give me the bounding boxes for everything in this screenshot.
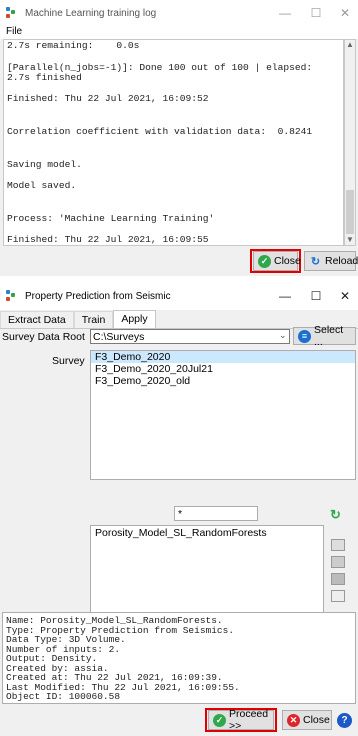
prediction-window-title: Property Prediction from Seismic: [25, 290, 171, 302]
survey-label: Survey: [52, 355, 85, 367]
app-icon: [6, 290, 20, 302]
tab-bar: Extract Data Train Apply: [0, 310, 358, 328]
edit-icon[interactable]: [331, 556, 345, 568]
close-icon[interactable]: ✕: [330, 282, 358, 310]
log-menubar: File: [0, 26, 358, 39]
close-icon[interactable]: ✕: [330, 0, 358, 26]
survey-root-label: Survey Data Root: [2, 331, 85, 343]
ml-training-log-window: Machine Learning training log — ☐ ✕ File…: [0, 0, 358, 276]
minimize-icon[interactable]: —: [270, 0, 300, 26]
log-scrollbar[interactable]: ▲ ▼: [344, 39, 356, 246]
minimize-icon[interactable]: —: [270, 282, 300, 310]
log-line: Correlation coefficient with validation …: [7, 126, 313, 137]
scroll-down-icon[interactable]: ▼: [345, 235, 355, 245]
scrollbar-thumb[interactable]: [346, 190, 354, 234]
log-line: Process: 'Machine Learning Training': [7, 213, 215, 224]
log-line: Finished: Thu 22 Jul 2021, 16:09:52: [7, 93, 209, 104]
tab-extract-data[interactable]: Extract Data: [0, 311, 74, 328]
scroll-up-icon[interactable]: ▲: [345, 40, 355, 50]
close-label: Close: [274, 255, 301, 267]
log-close-button[interactable]: ✓ Close: [253, 251, 301, 271]
prediction-window-titlebar[interactable]: Property Prediction from Seismic — ☐ ✕: [0, 282, 358, 310]
log-window-title: Machine Learning training log: [25, 7, 157, 19]
prediction-close-button[interactable]: ✕ Close: [282, 710, 332, 730]
delete-icon[interactable]: [331, 590, 345, 602]
list-item[interactable]: F3_Demo_2020_20Jul21: [91, 363, 355, 375]
list-item[interactable]: F3_Demo_2020: [91, 351, 355, 363]
chevron-down-icon[interactable]: ⌄: [279, 330, 287, 341]
close-circle-icon: ✕: [287, 713, 300, 727]
log-window-titlebar[interactable]: Machine Learning training log — ☐ ✕: [0, 0, 358, 26]
properties-icon[interactable]: [331, 539, 345, 551]
log-line: 2.7s finished: [7, 72, 82, 83]
proceed-label: Proceed >>: [229, 708, 269, 732]
proceed-button[interactable]: ✓ Proceed >>: [208, 708, 274, 732]
maximize-icon[interactable]: ☐: [301, 282, 331, 310]
log-line: Finished: Thu 22 Jul 2021, 16:09:55: [7, 234, 209, 245]
survey-list[interactable]: F3_Demo_2020 F3_Demo_2020_20Jul21 F3_Dem…: [90, 350, 356, 480]
rename-icon[interactable]: [331, 573, 345, 585]
reload-label: Reload: [325, 255, 358, 267]
maximize-icon[interactable]: ☐: [301, 0, 331, 26]
select-label: Select ...: [314, 324, 344, 348]
survey-root-value: C:\Surveys: [93, 331, 145, 343]
menu-file[interactable]: File: [6, 26, 22, 37]
model-filter-input[interactable]: *: [174, 506, 258, 521]
list-item[interactable]: Porosity_Model_SL_RandomForests: [91, 526, 323, 539]
log-line: 2.7s remaining: 0.0s: [7, 40, 140, 51]
log-reload-button[interactable]: ↻ Reload: [304, 251, 358, 271]
check-icon: ✓: [213, 713, 226, 727]
filter-value: *: [178, 508, 183, 520]
list-item[interactable]: F3_Demo_2020_old: [91, 375, 355, 387]
tab-apply[interactable]: Apply: [113, 310, 156, 328]
check-icon: ✓: [258, 254, 271, 268]
reload-icon: ↻: [310, 255, 321, 268]
survey-root-combo[interactable]: C:\Surveys ⌄: [90, 329, 290, 344]
log-line: Model saved.: [7, 180, 77, 191]
database-icon: ≡: [298, 329, 311, 343]
property-prediction-window: Property Prediction from Seismic — ☐ ✕ E…: [0, 282, 358, 736]
log-line: Saving model.: [7, 159, 82, 170]
log-text-area[interactable]: 2.7s remaining: 0.0s [Parallel(n_jobs=-1…: [3, 39, 344, 246]
help-icon[interactable]: ?: [337, 713, 352, 728]
model-info-box: Name: Porosity_Model_SL_RandomForests. T…: [2, 612, 356, 704]
refresh-icon[interactable]: ↻: [330, 507, 341, 523]
close-label: Close: [303, 714, 330, 726]
select-survey-root-button[interactable]: ≡ Select ...: [293, 324, 356, 348]
tab-train[interactable]: Train: [73, 311, 114, 328]
app-icon: [6, 7, 20, 19]
info-line: Object ID: 100060.58: [6, 691, 121, 702]
